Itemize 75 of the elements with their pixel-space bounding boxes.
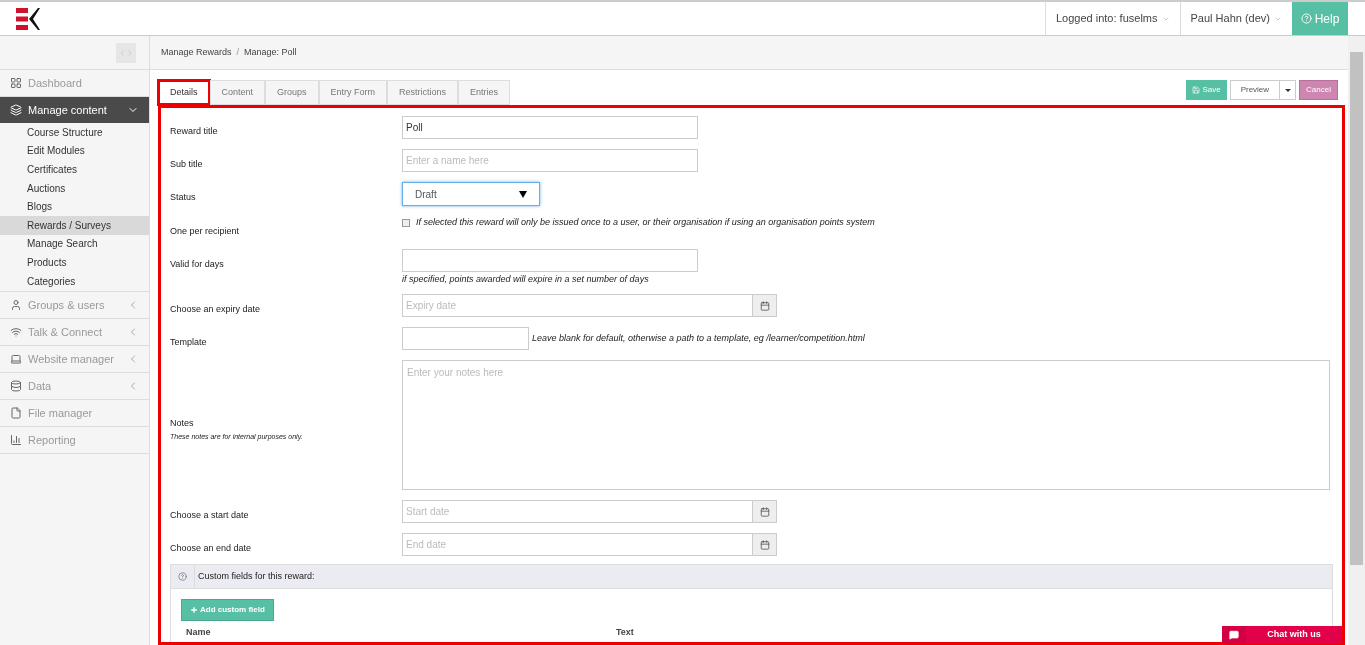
field-label: Choose an end date [170,542,253,555]
calendar-icon [759,300,770,311]
sidebar-subitem[interactable]: Blogs [0,197,149,216]
grid-icon [10,77,22,89]
field-label: Choose a start date [170,509,250,522]
user-icon [10,299,22,312]
dropdown-button[interactable] [1280,80,1297,100]
panel-title: Custom fields for this reward: [197,569,315,583]
sidebar-subitem[interactable]: Edit Modules [0,141,149,161]
cancel-button[interactable]: Cancel [1299,80,1338,100]
dropdown-arrow-icon [519,190,527,198]
status-select[interactable]: Draft [402,182,540,206]
sidebar-subitem[interactable]: Rewards / Surveys [0,215,149,235]
help-text: if specified, points awarded will expire in a set number of days [402,272,650,286]
breadcrumb-separator: / [236,45,240,59]
sidebar-item[interactable]: Website manager [0,346,149,373]
sidebar-item[interactable]: Manage content [0,97,149,123]
sidebar-subitem[interactable]: Course Structure [0,123,149,142]
database-icon [10,380,22,393]
calendar-icon [759,539,770,550]
plus-icon [190,606,198,614]
chat-icon [1229,630,1239,640]
text-field[interactable] [402,248,698,272]
field-label: Notes [170,416,195,430]
help-text: Leave blank for default, otherwise a path to a template, eg /learner/competition.html [532,331,865,345]
sidebar-subitem[interactable]: Products [0,253,149,272]
field-label: Reward title [170,125,219,138]
bar-chart-icon [10,434,22,447]
tab[interactable]: Groups [265,80,319,105]
sidebar-item[interactable]: Reporting [0,427,149,454]
field-label: Template [170,336,208,349]
tab[interactable]: Entries [458,80,511,105]
chevron-right-icon [126,48,134,57]
help-text: If selected this reward will only be issued once to a user, or their organisation if using an organisation points system [416,216,875,229]
sidebar-subitem[interactable]: Categories [0,271,149,291]
sidebar-item[interactable]: Dashboard [0,70,149,96]
sidebar-subitem[interactable]: Auctions [0,178,149,198]
text-field[interactable]: Enter a name here [402,149,698,172]
calendar-icon [759,506,770,517]
field-label: Choose an expiry date [170,303,262,316]
column-header: Name [186,625,212,639]
logo [16,7,40,30]
tab[interactable]: Content [209,80,266,105]
tab[interactable]: Entry Form [318,80,388,105]
help-icon [1300,13,1312,24]
collapse-button[interactable] [116,42,136,63]
field-label: Sub title [170,158,204,171]
chevron-left-icon [118,48,126,57]
caret-icon [1284,88,1291,92]
text-field[interactable]: Poll [402,116,698,139]
save-icon [1192,86,1201,94]
field-label: One per recipient [170,225,241,238]
sidebar-item[interactable]: Data [0,373,149,400]
account-menu[interactable]: Logged into: fuselms [1045,2,1180,35]
field-label: Valid for days [170,257,225,271]
laptop-icon [10,353,22,366]
template-field[interactable] [402,327,529,350]
checkbox[interactable] [402,218,410,227]
sidebar-subitem[interactable]: Certificates [0,160,149,179]
preview-button[interactable]: Preview [1229,80,1281,100]
notes-field[interactable]: Enter your notes here [402,360,1330,490]
column-header: Text [616,625,635,639]
sidebar-subitem[interactable]: Manage Search [0,234,149,254]
tab[interactable]: Details [158,80,210,105]
chat-button[interactable]: Chat with us [1222,626,1342,644]
tab[interactable]: Restrictions [387,80,459,105]
help-icon [178,572,187,581]
sidebar-item[interactable]: Groups & users [0,292,149,319]
layers-icon [10,104,22,116]
file-icon [10,407,22,420]
breadcrumb-item: Manage: Poll [244,45,297,59]
sidebar-item[interactable]: Talk & Connect [0,319,149,346]
breadcrumb-item[interactable]: Manage Rewards [161,45,232,60]
field-label: Status [170,191,197,204]
sidebar-item[interactable]: File manager [0,400,149,427]
